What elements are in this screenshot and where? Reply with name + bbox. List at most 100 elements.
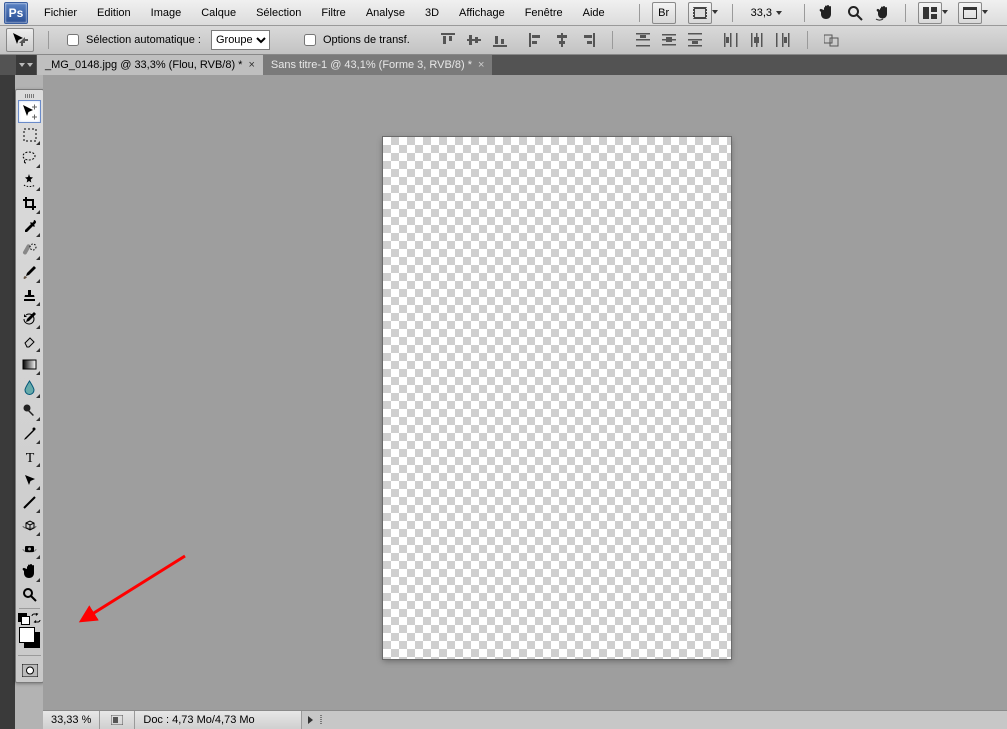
menu-fichier[interactable]: Fichier bbox=[34, 3, 87, 23]
default-colors-button[interactable] bbox=[18, 613, 28, 623]
align-right-edges[interactable] bbox=[576, 29, 600, 51]
zoom-tool[interactable] bbox=[18, 583, 41, 606]
history-brush-tool[interactable] bbox=[18, 307, 41, 330]
workspace: T bbox=[0, 75, 1007, 729]
blur-icon bbox=[23, 380, 36, 395]
document-tab-0[interactable]: _MG_0148.jpg @ 33,3% (Flou, RVB/8) * × bbox=[37, 55, 263, 75]
distribute-top[interactable] bbox=[631, 29, 655, 51]
dodge-tool[interactable] bbox=[18, 399, 41, 422]
transform-controls-checkbox[interactable]: Options de transf. bbox=[296, 29, 414, 51]
tool-palette: T bbox=[15, 89, 44, 683]
transform-controls-input[interactable] bbox=[304, 34, 316, 46]
move-tool[interactable] bbox=[18, 100, 41, 123]
menu-affichage[interactable]: Affichage bbox=[449, 3, 515, 23]
document-tab-1[interactable]: Sans titre-1 @ 43,1% (Forme 3, RVB/8) * … bbox=[263, 55, 493, 75]
3d-camera-rotate-tool[interactable] bbox=[18, 537, 41, 560]
view-zoom-dropdown[interactable]: 33,3 bbox=[745, 7, 792, 19]
align-top-edges[interactable] bbox=[436, 29, 460, 51]
distribute-right[interactable] bbox=[771, 29, 795, 51]
line-shape-tool[interactable] bbox=[18, 491, 41, 514]
menu-filtre[interactable]: Filtre bbox=[311, 3, 355, 23]
status-doc-info[interactable]: Doc : 4,73 Mo/4,73 Mo bbox=[135, 711, 302, 729]
crop-tool[interactable] bbox=[18, 192, 41, 215]
menu-3d[interactable]: 3D bbox=[415, 3, 449, 23]
close-tab-icon[interactable]: × bbox=[248, 59, 254, 71]
collapse-panels-button[interactable] bbox=[16, 55, 36, 75]
palette-grip[interactable] bbox=[16, 92, 43, 100]
quick-mask-button[interactable] bbox=[18, 655, 41, 680]
annotation-arrow bbox=[75, 550, 195, 630]
menu-fenetre[interactable]: Fenêtre bbox=[515, 3, 573, 23]
eraser-tool[interactable] bbox=[18, 330, 41, 353]
grid-icon bbox=[923, 7, 937, 19]
gradient-tool[interactable] bbox=[18, 353, 41, 376]
lasso-tool[interactable] bbox=[18, 146, 41, 169]
screen-mode-button[interactable] bbox=[958, 2, 982, 24]
bridge-button[interactable]: Br bbox=[652, 2, 676, 24]
app-logo: Ps bbox=[4, 2, 28, 24]
pen-tool[interactable] bbox=[18, 422, 41, 445]
eraser-icon bbox=[22, 334, 37, 349]
distribute-left[interactable] bbox=[719, 29, 743, 51]
brush-tool[interactable] bbox=[18, 261, 41, 284]
path-selection-tool[interactable] bbox=[18, 468, 41, 491]
dist-left-icon bbox=[724, 33, 738, 47]
dist-right-icon bbox=[776, 33, 790, 47]
spot-healing-brush-tool[interactable] bbox=[18, 238, 41, 261]
status-zoom[interactable]: 33,33 % bbox=[43, 711, 100, 729]
stamp-icon bbox=[22, 288, 37, 303]
auto-select-input[interactable] bbox=[67, 34, 79, 46]
auto-align-icon bbox=[824, 33, 840, 47]
menu-right-controls: Br 33,3 bbox=[635, 2, 992, 24]
distribute-bottom[interactable] bbox=[683, 29, 707, 51]
align-left-edges[interactable] bbox=[524, 29, 548, 51]
auto-align-layers[interactable] bbox=[820, 29, 844, 51]
lasso-icon bbox=[22, 150, 37, 165]
rectangular-marquee-tool[interactable] bbox=[18, 123, 41, 146]
document-tab-label: Sans titre-1 @ 43,1% (Forme 3, RVB/8) * bbox=[271, 59, 472, 71]
document-canvas[interactable] bbox=[383, 137, 731, 659]
history-brush-icon bbox=[22, 311, 37, 326]
hand-extra-button[interactable] bbox=[817, 3, 837, 23]
status-preview-toggle[interactable] bbox=[100, 711, 135, 729]
move-tool-icon bbox=[12, 32, 28, 48]
eyedropper-tool[interactable] bbox=[18, 215, 41, 238]
distribute-vcenter[interactable] bbox=[657, 29, 681, 51]
canvas-viewport[interactable] bbox=[43, 75, 1007, 710]
align-horizontal-centers[interactable] bbox=[550, 29, 574, 51]
type-tool[interactable]: T bbox=[18, 445, 41, 468]
menu-selection[interactable]: Sélection bbox=[246, 3, 311, 23]
separator bbox=[612, 31, 613, 49]
align-bottom-icon bbox=[493, 33, 507, 47]
hand-tool[interactable] bbox=[18, 560, 41, 583]
foreground-background-colors[interactable] bbox=[18, 626, 41, 649]
document-tab-row: _MG_0148.jpg @ 33,3% (Flou, RVB/8) * × S… bbox=[0, 55, 1007, 75]
distribute-hcenter[interactable] bbox=[745, 29, 769, 51]
arrange-documents-button[interactable] bbox=[918, 2, 942, 24]
quick-selection-tool[interactable] bbox=[18, 169, 41, 192]
auto-select-mode-select[interactable]: Groupe Calque bbox=[211, 30, 270, 50]
separator bbox=[48, 31, 49, 49]
3d-object-rotate-tool[interactable] bbox=[18, 514, 41, 537]
align-vertical-centers[interactable] bbox=[462, 29, 486, 51]
foreground-color-swatch[interactable] bbox=[19, 627, 35, 643]
menu-calque[interactable]: Calque bbox=[191, 3, 246, 23]
close-tab-icon[interactable]: × bbox=[478, 59, 484, 71]
menu-aide[interactable]: Aide bbox=[573, 3, 615, 23]
align-bottom-edges[interactable] bbox=[488, 29, 512, 51]
zoom-extra-button[interactable] bbox=[845, 3, 865, 23]
auto-select-checkbox[interactable]: Sélection automatique : bbox=[59, 29, 205, 51]
blur-tool[interactable] bbox=[18, 376, 41, 399]
swap-colors-button[interactable] bbox=[31, 613, 41, 623]
menu-edition[interactable]: Edition bbox=[87, 3, 141, 23]
mini-bridge-button[interactable] bbox=[688, 2, 712, 24]
clone-stamp-tool[interactable] bbox=[18, 284, 41, 307]
hand-icon bbox=[22, 564, 37, 579]
dist-top-icon bbox=[636, 33, 650, 47]
current-tool-indicator[interactable] bbox=[6, 28, 34, 52]
menu-image[interactable]: Image bbox=[141, 3, 192, 23]
rotate-view-extra-button[interactable] bbox=[873, 3, 893, 23]
color-reset-swap-row bbox=[17, 611, 42, 625]
menu-analyse[interactable]: Analyse bbox=[356, 3, 415, 23]
dodge-icon bbox=[22, 403, 37, 418]
